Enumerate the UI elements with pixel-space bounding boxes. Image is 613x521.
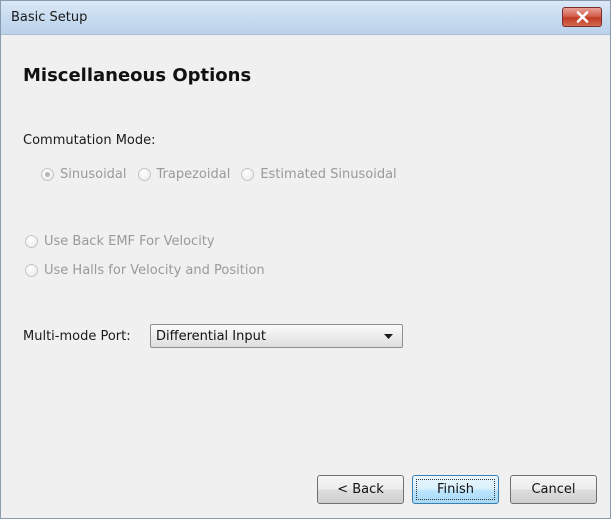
radio-trapezoidal-label: Trapezoidal <box>156 167 231 182</box>
halls-option: Use Halls for Velocity and Position <box>25 263 276 278</box>
radio-sinusoidal[interactable] <box>41 168 54 181</box>
commutation-mode-group: Sinusoidal Trapezoidal Estimated Sinusoi… <box>41 167 408 182</box>
finish-button-label: Finish <box>436 482 474 497</box>
commutation-mode-label: Commutation Mode: <box>23 133 156 148</box>
window-title: Basic Setup <box>11 10 88 25</box>
radio-estimated-sinusoidal[interactable] <box>241 168 255 181</box>
title-bar[interactable]: Basic Setup <box>1 1 610 35</box>
page-title: Miscellaneous Options <box>23 65 252 86</box>
radio-halls[interactable] <box>25 264 38 277</box>
back-button[interactable]: < Back <box>317 475 404 504</box>
multimode-port-value: Differential Input <box>156 329 266 344</box>
radio-back-emf[interactable] <box>25 235 38 248</box>
back-emf-option: Use Back EMF For Velocity <box>25 234 226 249</box>
close-icon <box>576 11 589 23</box>
basic-setup-dialog: Basic Setup Miscellaneous Options Commut… <box>0 0 611 519</box>
radio-estimated-sinusoidal-label: Estimated Sinusoidal <box>260 167 397 182</box>
multimode-port-label: Multi-mode Port: <box>23 329 131 344</box>
finish-button[interactable]: Finish <box>412 475 499 504</box>
radio-trapezoidal[interactable] <box>137 168 151 181</box>
radio-back-emf-label: Use Back EMF For Velocity <box>44 234 215 249</box>
radio-sinusoidal-label: Sinusoidal <box>60 167 127 182</box>
close-button[interactable] <box>562 7 602 27</box>
multimode-port-select[interactable]: Differential Input <box>150 324 403 348</box>
cancel-button[interactable]: Cancel <box>510 475 597 504</box>
chevron-down-icon <box>384 334 393 339</box>
radio-halls-label: Use Halls for Velocity and Position <box>44 263 265 278</box>
